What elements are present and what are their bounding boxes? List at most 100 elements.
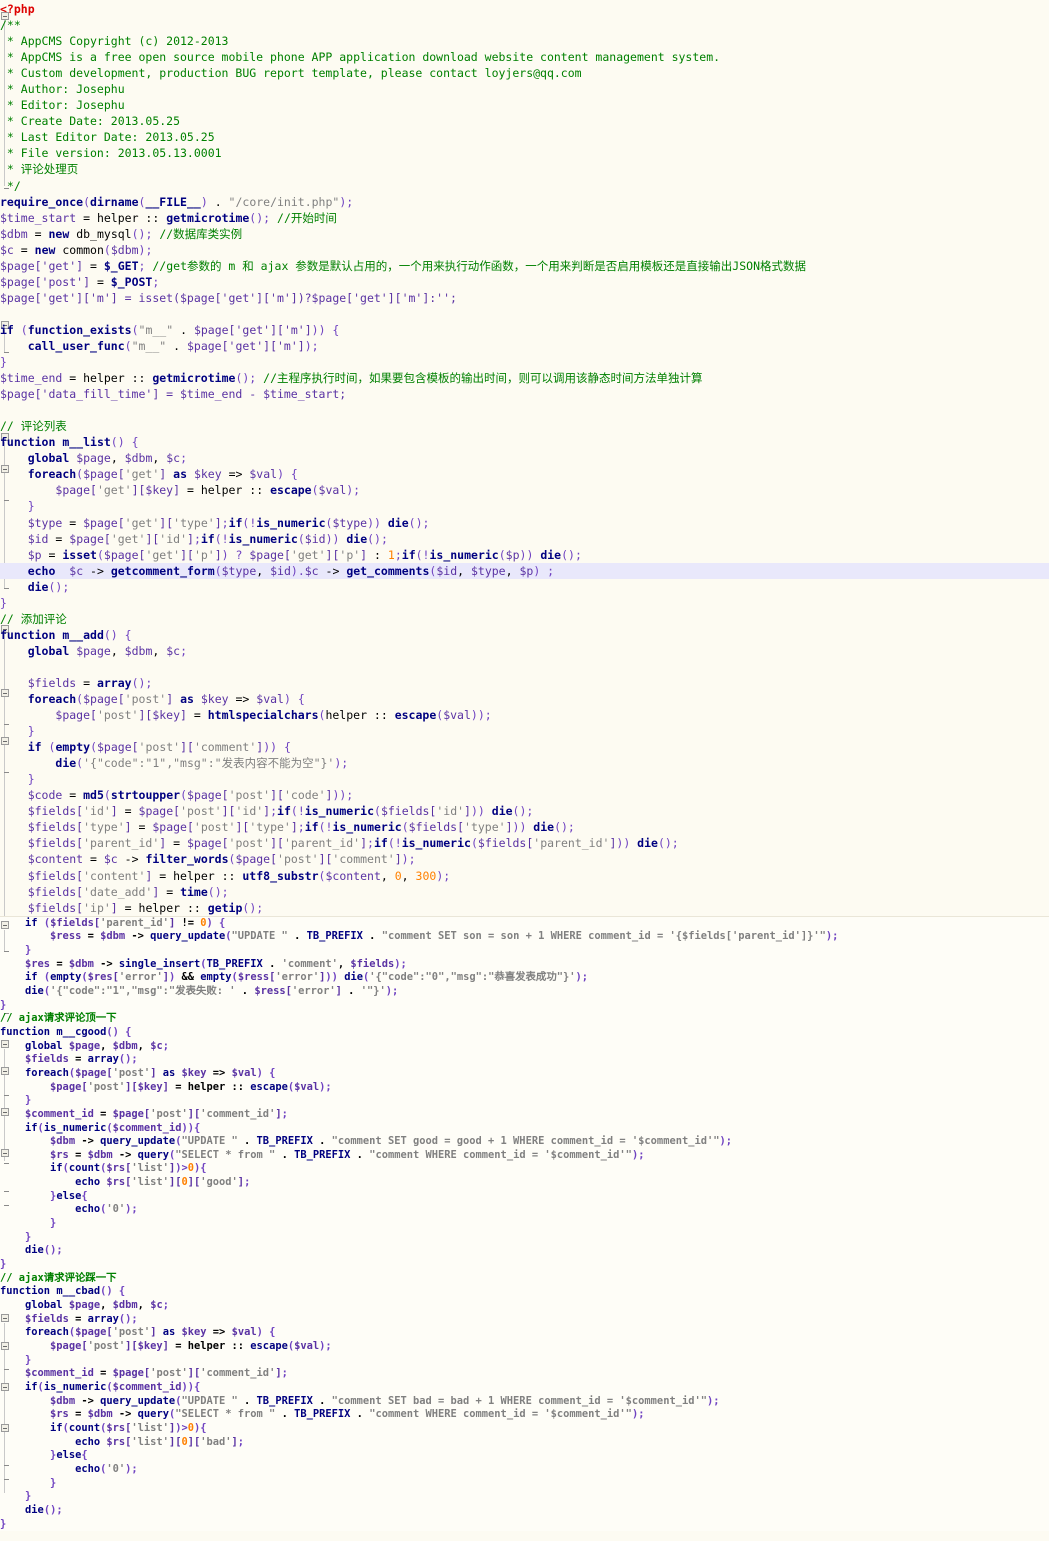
code-line[interactable]: * Create Date: 2013.05.25 [0, 113, 1049, 129]
code-line[interactable]: function m__cgood() { [0, 1026, 1049, 1040]
code-line[interactable]: $res = $dbm -> single_insert(TB_PREFIX .… [0, 958, 1049, 972]
code-line[interactable]: } [0, 1354, 1049, 1368]
code-line[interactable]: } [0, 944, 1049, 958]
code-line[interactable]: $fields['date_add'] = time(); [0, 884, 1049, 900]
code-line[interactable]: $fields = array(); [0, 675, 1049, 691]
code-line[interactable]: die(); [0, 1504, 1049, 1518]
code-line[interactable]: }else{ [0, 1449, 1049, 1463]
code-line[interactable]: $page['get']['m'] = isset($page['get']['… [0, 290, 1049, 306]
code-line[interactable]: $page['post'][$key] = helper :: escape($… [0, 1081, 1049, 1095]
code-line[interactable]: * File version: 2013.05.13.0001 [0, 145, 1049, 161]
code-viewer[interactable]: <?php /** * AppCMS Copyright (c) 2012-20… [0, 0, 1049, 1541]
code-line[interactable]: // 添加评论 [0, 611, 1049, 627]
code-line[interactable]: $page['data_fill_time'] = $time_end - $t… [0, 386, 1049, 402]
code-line[interactable]: * 评论处理页 [0, 161, 1049, 177]
code-line[interactable]: $content = $c -> filter_words($page['pos… [0, 851, 1049, 867]
code-line[interactable]: } [0, 999, 1049, 1013]
code-line[interactable]: } [0, 723, 1049, 739]
code-line[interactable]: $dbm -> query_update("UPDATE " . TB_PREF… [0, 1135, 1049, 1149]
code-line[interactable]: function m__cbad() { [0, 1285, 1049, 1299]
code-line[interactable]: } [0, 595, 1049, 611]
code-line[interactable]: * Author: Josephu [0, 81, 1049, 97]
code-line[interactable]: // ajax请求评论踩一下 [0, 1272, 1049, 1286]
code-line[interactable]: $fields['id'] = $page['post']['id'];if(!… [0, 803, 1049, 819]
code-line[interactable]: * Custom development, production BUG rep… [0, 65, 1049, 81]
code-line[interactable]: * Editor: Josephu [0, 97, 1049, 113]
code-line[interactable]: // ajax请求评论顶一下 [0, 1012, 1049, 1026]
code-line[interactable]: $time_end = helper :: getmicrotime(); //… [0, 370, 1049, 386]
code-line[interactable]: foreach($page['post'] as $key => $val) { [0, 691, 1049, 707]
code-line[interactable]: echo $rs['list'][0]['bad']; [0, 1436, 1049, 1450]
code-line[interactable]: die('{"code":"1","msg":"发表失败: ' . $ress[… [0, 985, 1049, 999]
code-line[interactable]: } [0, 1518, 1049, 1532]
code-line[interactable]: if(is_numeric($comment_id)){ [0, 1122, 1049, 1136]
code-line[interactable]: foreach($page['post'] as $key => $val) { [0, 1326, 1049, 1340]
code-line[interactable]: $comment_id = $page['post']['comment_id'… [0, 1367, 1049, 1381]
code-line[interactable]: if(is_numeric($comment_id)){ [0, 1381, 1049, 1395]
code-line[interactable]: */ [0, 178, 1049, 194]
code-line[interactable]: }else{ [0, 1190, 1049, 1204]
code-line[interactable]: $page['get'][$key] = helper :: escape($v… [0, 482, 1049, 498]
code-line[interactable]: foreach($page['get'] as $key => $val) { [0, 466, 1049, 482]
code-line[interactable]: $page['post'][$key] = htmlspecialchars(h… [0, 707, 1049, 723]
code-line[interactable]: $fields['ip'] = helper :: getip(); [0, 900, 1049, 916]
code-line[interactable]: $code = md5(strtoupper($page['post']['co… [0, 787, 1049, 803]
code-line[interactable]: } [0, 354, 1049, 370]
code-block-lower[interactable]: if ($fields['parent_id'] != 0) { $ress =… [0, 915, 1049, 1532]
code-line[interactable]: $fields['parent_id'] = $page['post']['pa… [0, 835, 1049, 851]
code-line[interactable]: $fields = array(); [0, 1313, 1049, 1327]
code-line-highlighted[interactable]: echo $c -> getcomment_form($type, $id).$… [0, 562, 1049, 579]
code-line[interactable]: } [0, 1477, 1049, 1491]
code-line[interactable]: foreach($page['post'] as $key => $val) { [0, 1067, 1049, 1081]
code-line[interactable]: /** [0, 17, 1049, 33]
code-line[interactable]: } [0, 1231, 1049, 1245]
code-line[interactable]: $dbm = new db_mysql(); //数据库类实例 [0, 226, 1049, 242]
code-line[interactable]: $time_start = helper :: getmicrotime(); … [0, 210, 1049, 226]
code-line[interactable]: die('{"code":"1","msg":"发表内容不能为空"}'); [0, 755, 1049, 771]
code-line[interactable]: // 评论列表 [0, 418, 1049, 434]
code-line[interactable]: if ($fields['parent_id'] != 0) { [0, 917, 1049, 931]
code-block-upper[interactable]: <?php /** * AppCMS Copyright (c) 2012-20… [0, 0, 1049, 1004]
code-line[interactable]: * AppCMS is a free open source mobile ph… [0, 49, 1049, 65]
code-line[interactable]: function m__add() { [0, 627, 1049, 643]
code-line[interactable]: if (empty($page['post']['comment'])) { [0, 739, 1049, 755]
code-line[interactable]: die(); [0, 1244, 1049, 1258]
code-line[interactable]: $fields['type'] = $page['post']['type'];… [0, 819, 1049, 835]
code-line[interactable]: $rs = $dbm -> query("SELECT * from " . T… [0, 1408, 1049, 1422]
code-line[interactable]: <?php [0, 1, 1049, 17]
code-line[interactable]: $p = isset($page['get']['p']) ? $page['g… [0, 547, 1049, 563]
code-line[interactable]: * Last Editor Date: 2013.05.25 [0, 129, 1049, 145]
code-line[interactable]: $type = $page['get']['type'];if(!is_nume… [0, 515, 1049, 531]
code-line[interactable]: if(count($rs['list'])>0){ [0, 1162, 1049, 1176]
code-line[interactable]: $id = $page['get']['id'];if(!is_numeric(… [0, 531, 1049, 547]
code-line[interactable]: echo $rs['list'][0]['good']; [0, 1176, 1049, 1190]
code-line[interactable]: function m__list() { [0, 434, 1049, 450]
code-line[interactable]: $ress = $dbm -> query_update("UPDATE " .… [0, 930, 1049, 944]
code-line[interactable]: $c = new common($dbm); [0, 242, 1049, 258]
code-line-blank[interactable] [0, 659, 1049, 675]
code-line[interactable]: if (function_exists("m__" . $page['get']… [0, 322, 1049, 338]
code-line-blank[interactable] [0, 402, 1049, 418]
code-line[interactable]: global $page, $dbm, $c; [0, 1299, 1049, 1313]
code-line[interactable]: } [0, 1490, 1049, 1504]
code-line-blank[interactable] [0, 306, 1049, 322]
code-line[interactable]: die(); [0, 579, 1049, 595]
code-line[interactable]: $dbm -> query_update("UPDATE " . TB_PREF… [0, 1395, 1049, 1409]
code-line[interactable]: } [0, 498, 1049, 514]
code-line[interactable]: } [0, 771, 1049, 787]
code-line[interactable]: global $page, $dbm, $c; [0, 643, 1049, 659]
code-line[interactable]: require_once(dirname(__FILE__) . "/core/… [0, 194, 1049, 210]
code-line[interactable]: $comment_id = $page['post']['comment_id'… [0, 1108, 1049, 1122]
code-line[interactable]: call_user_func("m__" . $page['get']['m']… [0, 338, 1049, 354]
code-line[interactable]: echo('0'); [0, 1203, 1049, 1217]
code-line[interactable]: $page['post'][$key] = helper :: escape($… [0, 1340, 1049, 1354]
code-line[interactable]: $fields['content'] = helper :: utf8_subs… [0, 868, 1049, 884]
code-line[interactable]: if (empty($res['error']) && empty($ress[… [0, 971, 1049, 985]
code-line[interactable]: $page['post'] = $_POST; [0, 274, 1049, 290]
code-line[interactable]: $rs = $dbm -> query("SELECT * from " . T… [0, 1149, 1049, 1163]
code-line[interactable]: global $page, $dbm, $c; [0, 1040, 1049, 1054]
code-line[interactable]: $page['get'] = $_GET; //get参数的 m 和 ajax … [0, 258, 1049, 274]
code-line[interactable]: * AppCMS Copyright (c) 2012-2013 [0, 33, 1049, 49]
code-line[interactable]: global $page, $dbm, $c; [0, 450, 1049, 466]
code-line[interactable]: } [0, 1258, 1049, 1272]
